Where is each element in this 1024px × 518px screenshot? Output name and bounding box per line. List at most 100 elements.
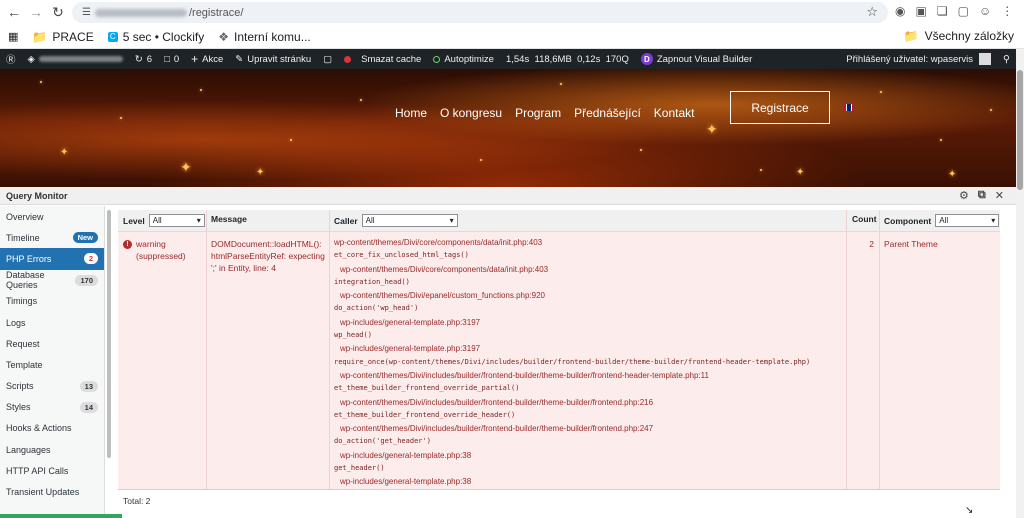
updates-item[interactable]: ↻ 6 (129, 54, 158, 65)
nav-registrace-button[interactable]: Registrace (730, 91, 830, 124)
extension-icon[interactable]: ◉ (895, 4, 905, 18)
clear-cache-item[interactable]: Smazat cache (338, 54, 427, 65)
puzzle-icon[interactable]: ❏ (937, 4, 948, 18)
updates-count: 6 (146, 53, 153, 65)
folder-icon: 📁 (32, 29, 48, 44)
sparkle-decoration (760, 169, 762, 171)
qm-nav-scripts[interactable]: Scripts 13 (0, 376, 104, 397)
bookmark-clockify[interactable]: C 5 sec • Clockify (107, 29, 205, 44)
qm-nav-timings[interactable]: Timings (0, 291, 104, 312)
new-content-item[interactable]: + Akce (185, 52, 229, 66)
col-component: Component All ▾ (884, 214, 1000, 227)
bookmark-label: 5 sec • Clockify (122, 29, 205, 44)
visual-builder-item[interactable]: D Zapnout Visual Builder (635, 53, 758, 65)
warning-icon: ! (123, 240, 132, 250)
search-icon[interactable]: ⚲ (1003, 54, 1010, 65)
menu-kebab-icon[interactable]: ⋮ (1001, 4, 1013, 18)
caller-filter-select[interactable]: All ▾ (361, 214, 458, 227)
count-badge: 13 (79, 380, 98, 392)
reload-icon[interactable]: ↻ (46, 0, 70, 24)
profile-icon[interactable]: ☺ (979, 4, 991, 18)
forward-icon[interactable]: → (24, 0, 48, 24)
error-level-cell: ! warning (suppressed) (123, 238, 205, 262)
gear-icon[interactable]: ⚙ (959, 189, 969, 202)
star-decoration: ✦ (180, 159, 192, 175)
caller-path: wp-includes/general-template.php:38 (340, 450, 472, 460)
yoast-icon[interactable]: ▢ (317, 54, 338, 65)
qm-nav-database-queries[interactable]: Database Queries 170 (0, 270, 104, 291)
sidebar-icon[interactable]: ▢ (958, 4, 969, 18)
qm-header-controls: ⚙ ⧉ ✕ (959, 189, 1004, 202)
bookmark-star-icon[interactable]: ☆ (866, 4, 878, 20)
qm-nav-http-api[interactable]: HTTP API Calls (0, 460, 104, 481)
clockify-icon: C (107, 31, 118, 42)
qm-nav-template[interactable]: Template (0, 354, 104, 375)
qm-nav-label: Styles (6, 402, 31, 413)
qm-nav-transients[interactable]: Transient Updates (0, 481, 104, 502)
camera-icon[interactable]: ▣ (915, 4, 926, 18)
column-divider (329, 210, 330, 490)
qm-nav-logs[interactable]: Logs (0, 312, 104, 333)
caller-path: wp-includes/general-template.php:3197 (340, 317, 481, 327)
close-icon[interactable]: ✕ (995, 189, 1004, 202)
qm-nav-label: Languages (6, 444, 51, 455)
star-decoration: ✦ (256, 167, 265, 178)
error-count-badge: 2 (83, 253, 98, 265)
nav-home[interactable]: Home (395, 106, 427, 120)
qm-nav-styles[interactable]: Styles 14 (0, 397, 104, 418)
filter-value: All (152, 216, 162, 225)
sparkle-decoration (360, 99, 362, 101)
nav-o-kongresu[interactable]: O kongresu (440, 106, 502, 120)
divi-icon: D (640, 53, 653, 65)
qm-nav-languages[interactable]: Languages (0, 439, 104, 460)
site-name[interactable]: ◈ (22, 54, 129, 65)
col-count: Count (852, 214, 877, 224)
nav-prednasejici[interactable]: Přednášející (574, 106, 641, 120)
qm-nav-label: Timings (6, 296, 38, 307)
nav-program[interactable]: Program (515, 106, 561, 120)
back-icon[interactable]: ← (2, 0, 26, 24)
component-filter-select[interactable]: All ▾ (935, 214, 1000, 227)
wp-admin-bar: Ⓡ ◈ ↻ 6 □ 0 + Akce ✎ Upravit stránku ▢ S… (0, 49, 1016, 69)
count-badge: 170 (75, 274, 98, 286)
site-info-icon[interactable]: ☰ (82, 7, 91, 18)
qm-nav-label: Scripts (6, 381, 34, 392)
loading-progress-bar (0, 514, 122, 518)
qm-nav-overview[interactable]: Overview (0, 206, 104, 227)
nav-kontakt[interactable]: Kontakt (654, 106, 695, 120)
error-message: DOMDocument::loadHTML(): htmlParseEntity… (211, 239, 325, 273)
wordpress-logo-icon[interactable]: Ⓡ (0, 52, 22, 66)
qm-nav-request[interactable]: Request (0, 333, 104, 354)
address-bar[interactable]: ☰ /registrace/ ☆ (72, 2, 888, 23)
edit-label: Upravit stránku (247, 53, 312, 65)
total-count: Total: 2 (123, 496, 151, 506)
level-filter-select[interactable]: All ▾ (148, 214, 205, 227)
col-message-label: Message (211, 214, 247, 224)
error-level-note: (suppressed) (136, 251, 186, 261)
all-bookmarks[interactable]: 📁 Všechny záložky (904, 29, 1014, 43)
qm-nav-php-errors[interactable]: PHP Errors 2 (0, 248, 104, 270)
sparkle-icon: ❖ (218, 29, 230, 44)
caller-path: wp-content/themes/Divi/includes/builder/… (340, 424, 654, 434)
page-scrollbar-thumb[interactable] (1017, 70, 1023, 190)
error-component: Parent Theme (884, 239, 938, 249)
qm-nav-label: HTTP API Calls (6, 465, 69, 476)
account-item[interactable]: Přihlášený uživatel: wpaservis ⚲ (846, 49, 1010, 69)
apps-grid-icon[interactable]: ▦ (8, 30, 18, 43)
english-flag-icon[interactable] (844, 104, 854, 111)
bookmark-interni[interactable]: ❖ Interní komu... (218, 30, 310, 44)
comments-item[interactable]: □ 0 (158, 54, 185, 65)
mouse-cursor-icon: ↘ (965, 505, 974, 516)
autoptimize-item[interactable]: Autoptimize (427, 54, 500, 65)
qm-nav-hooks[interactable]: Hooks & Actions (0, 418, 104, 439)
bookmark-prace[interactable]: 📁 PRACE (32, 30, 93, 44)
qm-sidebar: Overview Timeline New PHP Errors 2 Databas… (0, 206, 105, 518)
url-domain-redacted (94, 8, 187, 17)
qm-stats: 1,54s 118,6MB 0,12s 170Q (505, 53, 629, 65)
popout-icon[interactable]: ⧉ (978, 189, 986, 202)
edit-page-item[interactable]: ✎ Upravit stránku (229, 54, 317, 65)
sparkle-decoration (880, 91, 882, 93)
qm-stats-item[interactable]: 1,54s 118,6MB 0,12s 170Q (500, 54, 635, 65)
qm-nav-timeline[interactable]: Timeline New (0, 227, 104, 248)
qm-sidebar-scrollbar[interactable] (107, 210, 111, 458)
